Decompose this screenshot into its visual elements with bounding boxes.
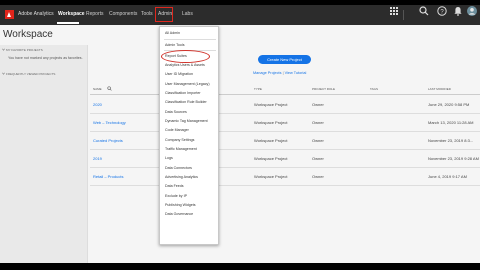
- link-separator: |: [282, 71, 284, 75]
- view-tutorial-link[interactable]: View Tutorial: [285, 71, 307, 75]
- menu-item-traffic-management[interactable]: Traffic Management: [165, 147, 197, 151]
- menu-item-analytics-users-assets[interactable]: Analytics Users & Assets: [165, 63, 205, 67]
- project-name[interactable]: 2019: [93, 156, 102, 161]
- notifications-bell-icon[interactable]: [452, 5, 464, 17]
- last-modified: June 4, 2019 9:17 AM: [428, 174, 467, 179]
- menu-item-dynamic-tag-management[interactable]: Dynamic Tag Management: [165, 119, 208, 123]
- project-name[interactable]: Web – Technology: [93, 120, 126, 125]
- table-row[interactable]: Retail – Products Workspace Project Owne…: [90, 168, 480, 186]
- page-title: Workspace: [3, 29, 53, 40]
- search-icon[interactable]: [107, 86, 112, 91]
- sidebar: My Favorite Projects You have not marked…: [0, 45, 88, 263]
- manage-projects-link[interactable]: Manage Projects: [253, 71, 282, 75]
- nav-tools[interactable]: Tools: [141, 11, 153, 17]
- favorites-header[interactable]: My Favorite Projects: [6, 48, 43, 52]
- frequent-header[interactable]: Frequently Viewed Projects: [6, 72, 55, 76]
- project-role: Owner: [312, 120, 324, 125]
- column-last-modified[interactable]: Last Modified: [428, 87, 451, 91]
- project-type: Workspace Project: [254, 120, 288, 125]
- column-project-role[interactable]: Project Role: [312, 87, 335, 91]
- favorites-empty-text: You have not marked any projects as favo…: [8, 56, 83, 60]
- project-type: Workspace Project: [254, 138, 288, 143]
- user-avatar-icon[interactable]: [466, 5, 478, 17]
- menu-item-user-id-migration[interactable]: User ID Migration: [165, 72, 193, 76]
- project-role: Owner: [312, 174, 324, 179]
- menu-item-company-settings[interactable]: Company Settings: [165, 138, 194, 142]
- menu-divider: [164, 39, 216, 40]
- nav-workspace[interactable]: Workspace: [58, 11, 85, 17]
- last-modified: June 29, 2020 9:58 PM: [428, 102, 470, 107]
- column-type[interactable]: Type: [254, 87, 262, 91]
- apps-grid-icon[interactable]: [388, 5, 400, 17]
- menu-item-exclude-by-ip[interactable]: Exclude by IP: [165, 194, 187, 198]
- adobe-logo-icon[interactable]: [5, 10, 14, 19]
- table-row[interactable]: 2020 Workspace Project Owner June 29, 20…: [90, 96, 480, 114]
- table-row[interactable]: 2019 Workspace Project Owner November 23…: [90, 150, 480, 168]
- menu-item-user-management-legacy[interactable]: User Management (Legacy): [165, 82, 210, 86]
- menu-item-logs[interactable]: Logs: [165, 156, 173, 160]
- menu-item-data-connectors[interactable]: Data Connectors: [165, 166, 192, 170]
- nav-divider: [403, 10, 404, 20]
- table-header-divider: [90, 94, 480, 95]
- screen: Adobe Analytics Workspace Reports Compon…: [0, 0, 480, 270]
- menu-item-classification-rule-builder[interactable]: Classification Rule Builder: [165, 100, 207, 104]
- menu-item-publishing-widgets[interactable]: Publishing Widgets: [165, 203, 196, 207]
- project-name[interactable]: Retail – Products: [93, 174, 123, 179]
- nav-reports[interactable]: Reports: [86, 11, 104, 17]
- nav-labs[interactable]: Labs: [182, 11, 193, 17]
- menu-item-code-manager[interactable]: Code Manager: [165, 128, 189, 132]
- last-modified: March 13, 2020 11:28 AM: [428, 120, 474, 125]
- menu-item-classification-importer[interactable]: Classification Importer: [165, 91, 201, 95]
- last-modified: November 23, 2019 9:28 AM: [428, 156, 479, 161]
- brand-name[interactable]: Adobe Analytics: [18, 11, 54, 17]
- column-name[interactable]: Name: [93, 87, 102, 91]
- top-nav: Adobe Analytics Workspace Reports Compon…: [0, 5, 480, 25]
- last-modified: November 23, 2019 8:3...: [428, 138, 474, 143]
- project-name[interactable]: 2020: [93, 102, 102, 107]
- project-role: Owner: [312, 138, 324, 143]
- nav-components[interactable]: Components: [109, 11, 137, 17]
- search-icon[interactable]: [418, 5, 430, 17]
- menu-item-advertising-analytics[interactable]: Advertising Analytics: [165, 175, 198, 179]
- table-row[interactable]: Curated Projects Workspace Project Owner…: [90, 132, 480, 150]
- menu-item-data-feeds[interactable]: Data Feeds: [165, 184, 184, 188]
- project-type: Workspace Project: [254, 102, 288, 107]
- project-type: Workspace Project: [254, 174, 288, 179]
- table-row[interactable]: Web – Technology Workspace Project Owner…: [90, 114, 480, 132]
- chevron-down-icon[interactable]: [2, 72, 5, 75]
- project-role: Owner: [312, 102, 324, 107]
- app-window: Adobe Analytics Workspace Reports Compon…: [0, 5, 480, 263]
- chevron-down-icon[interactable]: [2, 48, 5, 51]
- nav-admin[interactable]: Admin: [158, 11, 172, 17]
- create-new-project-button[interactable]: Create New Project: [258, 55, 311, 64]
- project-type: Workspace Project: [254, 156, 288, 161]
- project-name[interactable]: Curated Projects: [93, 138, 123, 143]
- column-tags[interactable]: Tags: [370, 87, 378, 91]
- menu-item-admin-tools[interactable]: Admin Tools: [165, 43, 185, 47]
- project-links: Manage Projects | View Tutorial: [253, 71, 306, 75]
- project-role: Owner: [312, 156, 324, 161]
- menu-item-all-admin[interactable]: All Admin: [165, 31, 180, 35]
- report-suites-highlight-ellipse: [161, 50, 210, 63]
- menu-item-data-governance[interactable]: Data Governance: [165, 212, 193, 216]
- menu-item-data-sources[interactable]: Data Sources: [165, 110, 187, 114]
- active-tab-indicator: [57, 22, 79, 24]
- help-icon[interactable]: ?: [436, 5, 448, 17]
